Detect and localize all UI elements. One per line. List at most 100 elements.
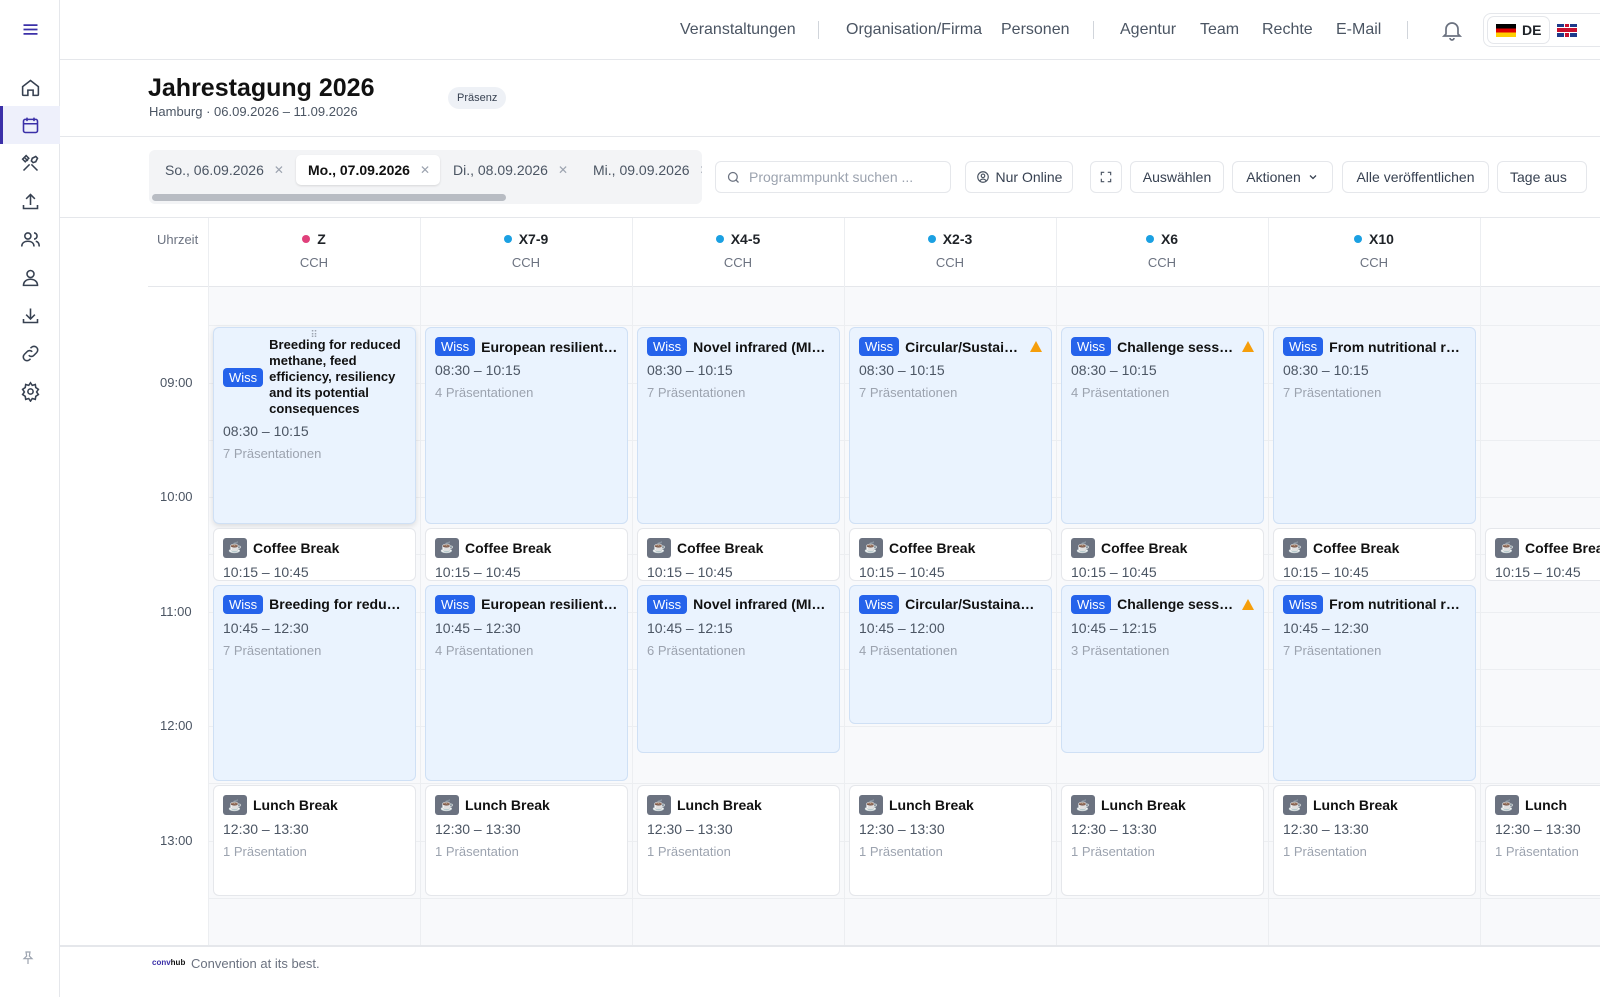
- room-header[interactable]: X2-3 CCH: [844, 231, 1056, 270]
- tools-icon[interactable]: [0, 144, 60, 182]
- tab-day-1[interactable]: So., 06.09.2026 ✕: [153, 155, 294, 185]
- card-header: Wiss From nutritional rec...: [1283, 337, 1466, 357]
- publish-all-button[interactable]: Alle veröffentlichen: [1342, 161, 1489, 193]
- uk-flag-icon[interactable]: [1557, 23, 1578, 37]
- break-card[interactable]: ☕ Lunch 12:30 – 13:30 1 Präsentation: [1485, 785, 1600, 896]
- days-button[interactable]: Tage aus: [1497, 161, 1587, 193]
- break-card[interactable]: ☕ Coffee Break 10:15 – 10:45: [213, 527, 416, 581]
- card-header: ☕ Lunch Break: [859, 795, 1042, 816]
- search-input[interactable]: [749, 169, 929, 185]
- room-location: CCH: [511, 255, 541, 270]
- break-card[interactable]: ☕ Coffee Break 10:15 – 10:45: [1273, 527, 1476, 581]
- calendar-icon[interactable]: [0, 106, 60, 144]
- column-divider: [844, 218, 845, 945]
- session-title: Coffee Break: [1101, 539, 1188, 556]
- room-header[interactable]: X7-9 CCH: [420, 231, 632, 270]
- menu-icon[interactable]: [0, 10, 60, 48]
- pin-icon[interactable]: [20, 950, 36, 966]
- status-dot: [1354, 235, 1363, 243]
- card-header: Wiss Novel infrared (MIR/...: [647, 337, 830, 357]
- coffee-icon: ☕: [647, 795, 671, 816]
- online-filter-button[interactable]: Nur Online: [965, 161, 1073, 193]
- nav-separator: [1093, 21, 1094, 39]
- room-header[interactable]: Z CCH: [208, 231, 420, 270]
- fullscreen-button[interactable]: [1090, 161, 1122, 193]
- nav-personen[interactable]: Personen: [1001, 0, 1070, 60]
- session-card[interactable]: Wiss Challenge sessio... 10:45 – 12:15 3 Pr…: [1061, 584, 1264, 753]
- break-card[interactable]: ☕ Coffee Break 10:15 – 10:45: [849, 527, 1052, 581]
- session-card[interactable]: Wiss European resilient li... 08:30 – 10:1…: [425, 327, 628, 524]
- break-card[interactable]: ☕ Lunch Break 12:30 – 13:30 1 Präsentation: [637, 785, 840, 896]
- close-icon[interactable]: ✕: [274, 163, 284, 177]
- break-card[interactable]: ☕ Lunch Break 12:30 – 13:30 1 Präsentation: [849, 785, 1052, 896]
- session-card[interactable]: Wiss Circular/Sustainable... 10:45 – 12:00…: [849, 584, 1052, 724]
- session-card[interactable]: Wiss European resilient li... 10:45 – 12:3…: [425, 584, 628, 782]
- room-header[interactable]: X10 CCH: [1268, 231, 1480, 270]
- session-time: 08:30 – 10:15: [223, 423, 309, 440]
- coffee-icon: ☕: [1495, 537, 1519, 558]
- session-card[interactable]: Wiss From nutritional rec... 08:30 – 10:15…: [1273, 327, 1476, 524]
- session-title: Lunch Break: [1101, 797, 1186, 814]
- nav-email[interactable]: E-Mail: [1336, 0, 1381, 60]
- close-icon[interactable]: ✕: [420, 163, 430, 177]
- user-icon[interactable]: [0, 258, 60, 296]
- session-time: 10:45 – 12:30: [223, 619, 309, 636]
- break-card[interactable]: ☕ Lunch Break 12:30 – 13:30 1 Präsentation: [1273, 785, 1476, 896]
- users-icon[interactable]: [0, 220, 60, 258]
- session-card[interactable]: Wiss Novel infrared (MIR/... 10:45 – 12:15…: [637, 584, 840, 753]
- tabs-scrollbar[interactable]: [152, 194, 506, 201]
- session-presentations: 1 Präsentation: [859, 844, 943, 860]
- room-header[interactable]: X6 CCH: [1056, 231, 1268, 270]
- nav-veranstaltungen[interactable]: Veranstaltungen: [680, 0, 796, 60]
- nav-agentur[interactable]: Agentur: [1120, 0, 1176, 60]
- close-icon[interactable]: ✕: [700, 163, 702, 177]
- settings-icon[interactable]: [0, 372, 60, 410]
- upload-icon[interactable]: [0, 182, 60, 220]
- link-icon[interactable]: [0, 334, 60, 372]
- session-title: Lunch: [1525, 797, 1567, 814]
- break-card[interactable]: ☕ Coffee Break 10:15 – 10:45: [425, 527, 628, 581]
- language-de[interactable]: DE: [1488, 17, 1550, 43]
- warning-icon: [1242, 341, 1254, 353]
- session-card[interactable]: ⠿ Wiss Breeding for reduced methane, feed …: [213, 327, 416, 524]
- session-time: 12:30 – 13:30: [647, 821, 733, 838]
- session-title: From nutritional rec...: [1329, 596, 1466, 613]
- session-title: Lunch Break: [253, 797, 338, 814]
- tab-day-4[interactable]: Mi., 09.09.2026 ✕: [581, 155, 702, 185]
- break-card[interactable]: ☕ Lunch Break 12:30 – 13:30 1 Präsentation: [425, 785, 628, 896]
- drag-handle[interactable]: ⠿: [310, 330, 318, 341]
- room-header[interactable]: X4-5 CCH: [632, 231, 844, 270]
- session-time: 10:45 – 12:30: [435, 619, 521, 636]
- break-card[interactable]: ☕ Coffee Break 10:15 – 10:45: [1485, 527, 1600, 581]
- break-card[interactable]: ☕ Coffee Break 10:15 – 10:45: [1061, 527, 1264, 581]
- session-card[interactable]: Wiss Challenge sessio... 08:30 – 10:15 4 Pr…: [1061, 327, 1264, 524]
- card-header: ☕ Coffee Break: [647, 537, 830, 558]
- break-card[interactable]: ☕ Coffee Break 10:15 – 10:45: [637, 527, 840, 581]
- session-card[interactable]: Wiss From nutritional rec... 10:45 – 12:30…: [1273, 584, 1476, 782]
- close-icon[interactable]: ✕: [558, 163, 568, 177]
- coffee-icon: ☕: [859, 537, 883, 558]
- session-presentations: 1 Präsentation: [435, 844, 519, 860]
- break-card[interactable]: ☕ Lunch Break 12:30 – 13:30 1 Präsentation: [1061, 785, 1264, 896]
- tab-day-2[interactable]: Mo., 07.09.2026 ✕: [296, 155, 441, 185]
- break-card[interactable]: ☕ Lunch Break 12:30 – 13:30 1 Präsentation: [213, 785, 416, 896]
- room-location: CCH: [723, 255, 753, 270]
- session-card[interactable]: Wiss Circular/Sustaina... 08:30 – 10:15 7 P…: [849, 327, 1052, 524]
- session-time: 12:30 – 13:30: [435, 821, 521, 838]
- home-icon[interactable]: [0, 68, 60, 106]
- actions-dropdown[interactable]: Aktionen: [1232, 161, 1333, 193]
- card-header: ☕ Lunch Break: [435, 795, 618, 816]
- room-name: X2-3: [844, 231, 1056, 247]
- nav-organisation[interactable]: Organisation/Firma: [846, 0, 982, 60]
- download-icon[interactable]: [0, 296, 60, 334]
- coffee-icon: ☕: [647, 537, 671, 558]
- nav-team[interactable]: Team: [1200, 0, 1239, 60]
- nav-rechte[interactable]: Rechte: [1262, 0, 1313, 60]
- select-button[interactable]: Auswählen: [1130, 161, 1224, 193]
- session-card[interactable]: Wiss Novel infrared (MIR/... 08:30 – 10:15…: [637, 327, 840, 524]
- bell-icon[interactable]: [1440, 18, 1464, 42]
- session-card[interactable]: Wiss Breeding for reduce... 10:45 – 12:30 7…: [213, 584, 416, 782]
- card-header: Wiss Breeding for reduced methane, feed e…: [223, 337, 406, 417]
- session-time: 10:45 – 12:00: [859, 619, 945, 636]
- tab-day-3[interactable]: Di., 08.09.2026 ✕: [441, 155, 578, 185]
